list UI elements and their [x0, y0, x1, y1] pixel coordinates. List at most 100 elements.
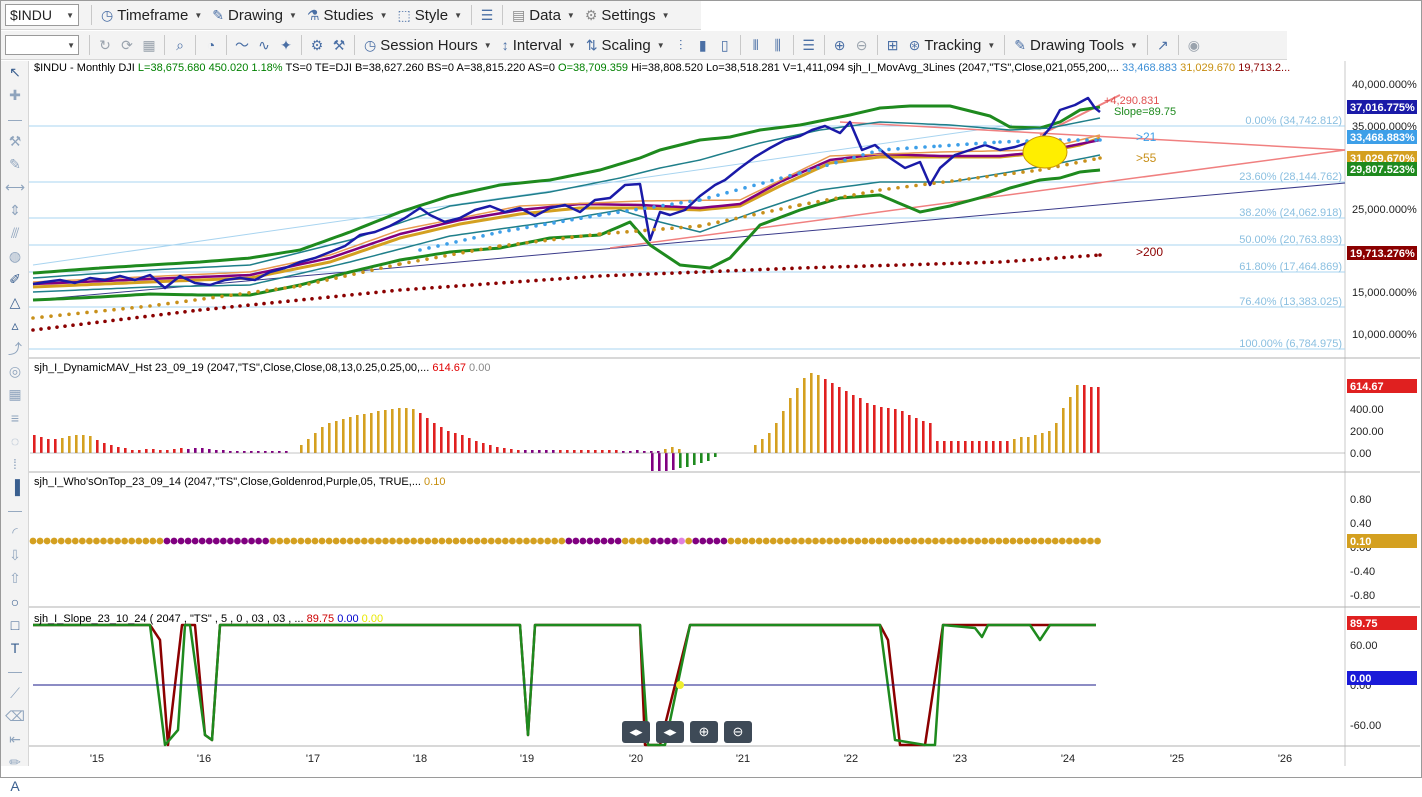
arc-icon[interactable]: ◜ — [1, 521, 29, 544]
pen-icon[interactable]: ✎ — [1, 153, 29, 176]
whos-on-top-dot — [36, 537, 44, 545]
blue-ma-dot — [965, 142, 969, 146]
histogram-bar — [356, 415, 359, 453]
layout-icon[interactable]: ☰ — [476, 4, 498, 26]
dots-grid-icon[interactable]: ⁞ — [1, 452, 29, 475]
style-menu[interactable]: ⬚ Style ▼ — [392, 7, 467, 24]
timer-icon[interactable]: ◔ — [200, 34, 222, 56]
bar-chart-icon[interactable]: ⫶ — [670, 34, 692, 56]
horizontal-arrows-icon[interactable]: ⟷ — [1, 176, 29, 199]
eraser-icon[interactable]: ⌫ — [1, 705, 29, 728]
zoom-in-icon[interactable]: ⊕ — [829, 34, 851, 56]
text-label-icon[interactable]: A — [1, 774, 29, 797]
text-icon[interactable]: T — [1, 636, 29, 659]
blue-ma-dot — [490, 232, 494, 236]
target-icon[interactable]: ◎ — [1, 360, 29, 383]
whos-on-top-dot — [360, 537, 368, 545]
curve-icon[interactable]: ⤴ — [1, 337, 29, 360]
line-chart-icon[interactable]: 〜 — [231, 34, 253, 56]
align-left-icon[interactable]: ⇤ — [1, 728, 29, 751]
edit-icon[interactable]: ✏ — [1, 751, 29, 774]
wrench-icon[interactable]: ⚒ — [1, 130, 29, 153]
rectangle-icon[interactable]: □ — [1, 613, 29, 636]
histogram-bar — [693, 453, 696, 465]
brush-icon[interactable]: ✐ — [1, 268, 29, 291]
zoom-window-icon[interactable]: ⌕ — [169, 34, 191, 56]
hollow-candle-icon[interactable]: ▯ — [714, 34, 736, 56]
settings-menu[interactable]: ⚙ Settings ▼ — [580, 7, 675, 24]
zoom-in-button[interactable]: ⊕ — [690, 721, 718, 743]
ma200-dot — [1014, 259, 1018, 263]
header-segment: sjh_I_DynamicMAV_Hst 23_09_19 (2047,"TS"… — [34, 362, 433, 374]
grid-icon[interactable]: ▦ — [138, 34, 160, 56]
studies-menu[interactable]: ⚗ Studies ▼ — [302, 7, 393, 24]
ma200-dot — [918, 262, 922, 267]
whos-on-top-dot — [847, 537, 855, 545]
cross-grid-icon[interactable]: ⊞ — [882, 34, 904, 56]
vertical-arrows-icon[interactable]: ⇕ — [1, 199, 29, 222]
toolbar-separator — [471, 5, 472, 25]
symbol-input[interactable]: $INDU ▼ — [5, 4, 79, 26]
whos-on-top-dot — [932, 537, 939, 545]
histogram-badge-label: 614.67 — [1350, 381, 1384, 393]
indicator-icon[interactable]: ∿ — [253, 34, 275, 56]
spiral-icon[interactable]: ◌ — [1, 429, 29, 452]
data-menu[interactable]: ▤ Data ▼ — [507, 7, 580, 24]
whos-on-top-dot — [776, 537, 784, 545]
drawing-tools-menu[interactable]: ✎ Drawing Tools ▼ — [1009, 37, 1143, 54]
ma200-dot — [518, 279, 522, 284]
channel-icon[interactable]: ⫻ — [1, 222, 29, 245]
crosshair-icon[interactable]: ✚ — [1, 84, 29, 107]
histogram-bar — [887, 408, 890, 453]
candlestick-icon[interactable]: ▮ — [692, 34, 714, 56]
triangle-icon[interactable]: △ — [1, 291, 29, 314]
settings-label: Settings — [601, 6, 656, 24]
toolbar-separator — [876, 35, 878, 55]
ma200-dot — [934, 262, 938, 266]
triangle-outline-icon[interactable]: ▵ — [1, 314, 29, 337]
blue-ma-dot — [938, 144, 942, 148]
candles-icon[interactable]: ⫼ — [767, 34, 789, 56]
toolbar-separator — [354, 35, 355, 55]
ma200-dot — [630, 272, 634, 277]
gold-ma-dot — [443, 254, 447, 258]
zoom-out-icon[interactable]: ⊖ — [851, 34, 873, 56]
circle-icon[interactable]: ○ — [1, 590, 29, 613]
slash-icon[interactable]: ⟋ — [1, 682, 29, 705]
properties-icon[interactable]: ⚒ — [328, 34, 350, 56]
pointer-icon[interactable]: ↖ — [1, 61, 29, 84]
histogram-bar — [307, 439, 310, 453]
scaling-menu[interactable]: ⇅ Scaling ▼ — [581, 37, 670, 54]
analysis-icon[interactable]: ◉ — [1183, 34, 1205, 56]
gold-ma-dot — [130, 306, 134, 310]
lines-icon[interactable]: ≡ — [1, 406, 29, 429]
cycle-icon[interactable]: ◍ — [1, 245, 29, 268]
tools-icon[interactable]: ⚙ — [306, 34, 328, 56]
cycle-icon[interactable]: ⟳ — [116, 34, 138, 56]
bars-icon[interactable]: ⦀ — [745, 34, 767, 56]
workspace-select[interactable]: ▼ — [5, 35, 79, 55]
histogram-bar — [657, 451, 660, 453]
data-label: Data — [529, 6, 561, 24]
table-icon[interactable]: ▦ — [1, 383, 29, 406]
trend-icon[interactable]: ↗ — [1152, 34, 1174, 56]
zoom-out-button[interactable]: ⊖ — [724, 721, 752, 743]
toolbar-separator — [1004, 35, 1006, 55]
scroll-left-button[interactable]: ◂▸ — [622, 721, 650, 743]
timeframe-menu[interactable]: ◷ Timeframe ▼ — [96, 7, 207, 24]
down-arrow-icon[interactable]: ⇩ — [1, 544, 29, 567]
histogram-bar — [915, 418, 918, 453]
interval-menu[interactable]: ↕ Interval ▼ — [497, 37, 581, 54]
chart-canvas[interactable]: 0.00% (34,742.812) 23.60% (28,144.762) 38.… — [29, 61, 1420, 766]
vertical-bars-icon[interactable]: ▐ — [1, 475, 29, 498]
scroll-right-button[interactable]: ◂▸ — [656, 721, 684, 743]
tracking-menu[interactable]: ⊛ Tracking ▼ — [904, 37, 1001, 54]
sparkle-icon[interactable]: ✦ — [275, 34, 297, 56]
session-hours-menu[interactable]: ◷ Session Hours ▼ — [359, 37, 497, 54]
drawing-menu[interactable]: ✎ Drawing ▼ — [207, 7, 302, 24]
up-arrow-icon[interactable]: ⇧ — [1, 567, 29, 590]
layout-icon[interactable]: ☰ — [798, 34, 820, 56]
ma200-dot — [143, 314, 147, 319]
drawing-toolbar: ↖ ✚ — ⚒ ✎ ⟷ ⇕ ⫻ ◍ ✐ △ ▵ ⤴ ◎ ▦ ≡ ◌ ⁞ ▐ — … — [1, 61, 29, 794]
refresh-icon[interactable]: ↻ — [94, 34, 116, 56]
